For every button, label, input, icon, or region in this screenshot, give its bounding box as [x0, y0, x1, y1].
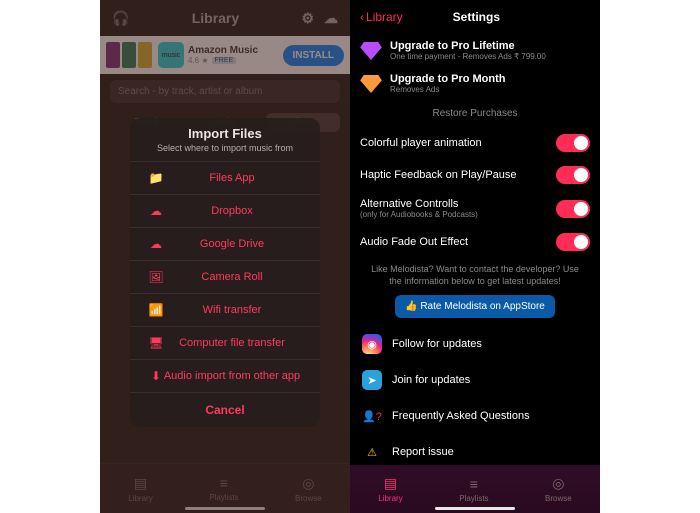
modal-subtitle: Select where to import music from [130, 143, 320, 161]
settings-screen: ‹Library Settings Upgrade to Pro Lifetim… [350, 0, 600, 513]
modal-title: Import Files [130, 118, 320, 143]
import-option-files-app[interactable]: 📁Files App [130, 161, 320, 194]
setting-label: Audio Fade Out Effect [360, 236, 468, 248]
setting-toggle-1: Haptic Feedback on Play/Pause [350, 159, 600, 191]
join-telegram-icon: ➤ [362, 370, 382, 390]
setting-toggle-2: Alternative Controlls(only for Audiobook… [350, 191, 600, 226]
browse-icon: ◎ [552, 475, 564, 492]
import-option-wifi-transfer[interactable]: 📶Wifi transfer [130, 293, 320, 326]
import-option-computer-file-transfer[interactable]: 🖥Computer file transfer [130, 326, 320, 359]
upgrade-row-0[interactable]: Upgrade to Pro LifetimeOne time payment … [360, 34, 590, 67]
import-option-camera-roll[interactable]: 🖼Camera Roll [130, 260, 320, 293]
setting-toggle-3: Audio Fade Out Effect [350, 226, 600, 258]
link-faq[interactable]: 👤?Frequently Asked Questions [350, 398, 600, 434]
developer-message: Like Melodista? Want to contact the deve… [350, 258, 600, 295]
setting-toggle-0: Colorful player animation [350, 127, 600, 159]
tab-browse[interactable]: ◎Browse [545, 475, 572, 503]
tab-library[interactable]: ▤Library [378, 475, 402, 503]
setting-label: Colorful player animation [360, 137, 482, 149]
import-option-google-drive[interactable]: ☁Google Drive [130, 227, 320, 260]
gem-icon [360, 75, 382, 93]
toggle-switch[interactable] [556, 200, 590, 218]
link-follow-instagram[interactable]: ◉Follow for updates [350, 326, 600, 362]
cancel-button[interactable]: Cancel [130, 392, 320, 427]
setting-label: Haptic Feedback on Play/Pause [360, 169, 517, 181]
report-issue-icon: ⚠ [362, 442, 382, 462]
link-join-telegram[interactable]: ➤Join for updates [350, 362, 600, 398]
tab-bar: ▤Library ≡Playlists ◎Browse [350, 465, 600, 513]
gem-icon [360, 42, 382, 60]
library-screen: 🎧 Library ⚙ ☁ music Amazon Music 4.6 ★FR… [100, 0, 350, 513]
import-option-dropbox[interactable]: ☁Dropbox [130, 194, 320, 227]
library-icon: ▤ [384, 475, 397, 492]
home-indicator[interactable] [435, 507, 515, 510]
settings-header: ‹Library Settings [350, 0, 600, 34]
import-files-modal: Import Files Select where to import musi… [130, 118, 320, 427]
page-title: Settings [363, 10, 590, 24]
rate-button[interactable]: 👍 Rate Melodista on AppStore [395, 295, 555, 318]
follow-instagram-icon: ◉ [362, 334, 382, 354]
toggle-switch[interactable] [556, 233, 590, 251]
restore-purchases[interactable]: Restore Purchases [350, 100, 600, 127]
setting-label: Alternative Controlls(only for Audiobook… [360, 198, 478, 219]
import-option-audio-import-other[interactable]: ⬇Audio import from other app [130, 359, 320, 392]
toggle-switch[interactable] [556, 134, 590, 152]
tab-playlists[interactable]: ≡Playlists [459, 476, 488, 503]
playlists-icon: ≡ [470, 476, 478, 492]
toggle-switch[interactable] [556, 166, 590, 184]
faq-icon: 👤? [362, 406, 382, 426]
upgrade-row-1[interactable]: Upgrade to Pro MonthRemoves Ads [360, 67, 590, 100]
